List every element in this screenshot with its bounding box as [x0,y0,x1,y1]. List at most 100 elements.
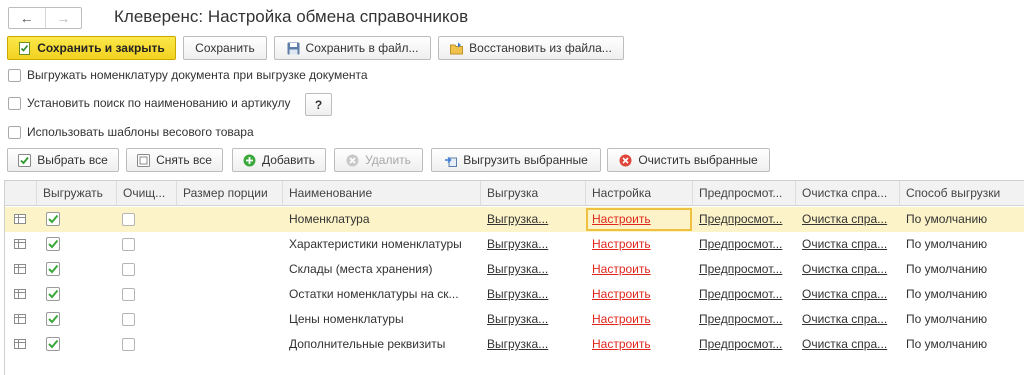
export-nomenclature-checkbox[interactable] [8,69,21,82]
delete-button[interactable]: Удалить [334,148,423,172]
header-export-method[interactable]: Способ выгрузки [900,181,1024,206]
search-by-name-checkbox[interactable] [8,97,21,110]
save-label: Сохранить [195,41,255,55]
cell-clear-ref[interactable]: Очистка спра... [796,332,900,357]
cell-method: По умолчанию [906,212,988,226]
cell-upload[interactable]: Выгрузка... [481,207,586,232]
export-check-icon[interactable] [46,337,60,351]
cell-preview[interactable]: Предпросмот... [693,282,796,307]
navigation-buttons: ← → [8,7,82,29]
export-selected-button[interactable]: Выгрузить выбранные [431,148,601,172]
export-check-icon[interactable] [46,287,60,301]
cell-clear-ref[interactable]: Очистка спра... [796,257,900,282]
back-arrow-icon[interactable]: ← [9,8,45,28]
table-row[interactable]: Дополнительные реквизиты Выгрузка... Настр… [5,332,1024,357]
header-settings[interactable]: Настройка [586,181,693,206]
header-clear-reference[interactable]: Очистка спра... [796,181,900,206]
cell-settings[interactable]: Настроить [586,207,693,232]
export-icon [445,156,458,167]
cell-clear-ref[interactable]: Очистка спра... [796,282,900,307]
table-row[interactable]: Остатки номенклатуры на ск... Выгрузка...… [5,282,1024,307]
cell-upload[interactable]: Выгрузка... [481,232,586,257]
cell-method: По умолчанию [906,312,988,326]
restore-from-file-button[interactable]: Восстановить из файла... [438,36,624,60]
row-table-icon [14,339,26,349]
weight-templates-checkbox[interactable] [8,126,21,139]
export-check-icon[interactable] [46,262,60,276]
checkbox-checked-icon [18,153,32,167]
table-row[interactable]: Номенклатура Выгрузка... Настроить Предпрос… [5,207,1024,232]
cell-preview[interactable]: Предпросмот... [693,257,796,282]
delete-label: Удалить [365,153,411,167]
cell-preview[interactable]: Предпросмот... [693,207,796,232]
restore-from-file-label: Восстановить из файла... [469,41,612,55]
cell-method: По умолчанию [906,262,988,276]
header-preview[interactable]: Предпросмот... [693,181,796,206]
row-table-icon [14,264,26,274]
exchange-table: Выгружать Очищ... Размер порции Наименов… [4,180,1024,375]
export-nomenclature-label: Выгружать номенклатуру документа при выг… [27,68,368,82]
document-save-icon [19,41,31,55]
cell-preview[interactable]: Предпросмот... [693,332,796,357]
cell-clear-ref[interactable]: Очистка спра... [796,207,900,232]
row-table-icon [14,289,26,299]
cell-upload[interactable]: Выгрузка... [481,307,586,332]
page-title: Клеверенс: Настройка обмена справочников [114,7,469,26]
clear-checkbox[interactable] [122,213,135,226]
header-portion-size[interactable]: Размер порции [177,181,283,206]
select-all-button[interactable]: Выбрать все [7,148,119,172]
clear-checkbox[interactable] [122,338,135,351]
clear-checkbox[interactable] [122,288,135,301]
add-button[interactable]: Добавить [232,148,326,172]
clear-selected-button[interactable]: Очистить выбранные [607,148,770,172]
header-icon-column [5,181,37,206]
header-name[interactable]: Наименование [283,181,481,206]
deselect-all-button[interactable]: Снять все [126,148,223,172]
header-upload[interactable]: Выгрузка [481,181,586,206]
cell-upload[interactable]: Выгрузка... [481,257,586,282]
select-all-label: Выбрать все [37,153,108,167]
weight-templates-label: Использовать шаблоны весового товара [27,125,254,139]
cell-upload[interactable]: Выгрузка... [481,332,586,357]
cell-method: По умолчанию [906,287,988,301]
table-row[interactable]: Характеристики номенклатуры Выгрузка... На… [5,232,1024,257]
forward-arrow-icon[interactable]: → [44,8,82,28]
cell-settings[interactable]: Настроить [586,282,693,307]
deselect-all-label: Снять все [156,153,212,167]
export-check-icon[interactable] [46,312,60,326]
header-export[interactable]: Выгружать [37,181,117,206]
cell-name: Характеристики номенклатуры [289,237,462,251]
cell-upload[interactable]: Выгрузка... [481,282,586,307]
cell-preview[interactable]: Предпросмот... [693,232,796,257]
table-row[interactable]: Цены номенклатуры Выгрузка... Настроить Пре… [5,307,1024,332]
save-to-file-button[interactable]: Сохранить в файл... [274,36,431,60]
clear-checkbox[interactable] [122,238,135,251]
folder-open-icon [450,42,464,54]
cell-settings[interactable]: Настроить [586,332,693,357]
clear-checkbox[interactable] [122,263,135,276]
save-close-button[interactable]: Сохранить и закрыть [7,36,176,60]
cell-settings[interactable]: Настроить [586,307,693,332]
cell-preview[interactable]: Предпросмот... [693,307,796,332]
clear-checkbox[interactable] [122,313,135,326]
search-by-name-label: Установить поиск по наименованию и артик… [27,96,291,110]
cell-clear-ref[interactable]: Очистка спра... [796,307,900,332]
cell-settings[interactable]: Настроить [586,257,693,282]
clear-selected-label: Очистить выбранные [638,153,758,167]
save-button[interactable]: Сохранить [183,36,267,60]
checkbox-empty-icon [137,153,151,167]
table-row[interactable]: Склады (места хранения) Выгрузка... Настро… [5,257,1024,282]
cell-name: Номенклатура [289,212,370,226]
save-to-file-label: Сохранить в файл... [305,41,419,55]
help-button[interactable]: ? [305,93,332,116]
export-check-icon[interactable] [46,237,60,251]
cell-name: Склады (места хранения) [289,262,433,276]
delete-circle-icon [346,154,359,166]
cell-settings[interactable]: Настроить [586,232,693,257]
cell-name: Цены номенклатуры [289,312,404,326]
cell-clear-ref[interactable]: Очистка спра... [796,232,900,257]
cell-name: Дополнительные реквизиты [289,337,446,351]
row-table-icon [14,239,26,249]
header-clear[interactable]: Очищ... [117,181,177,206]
export-check-icon[interactable] [46,212,60,226]
